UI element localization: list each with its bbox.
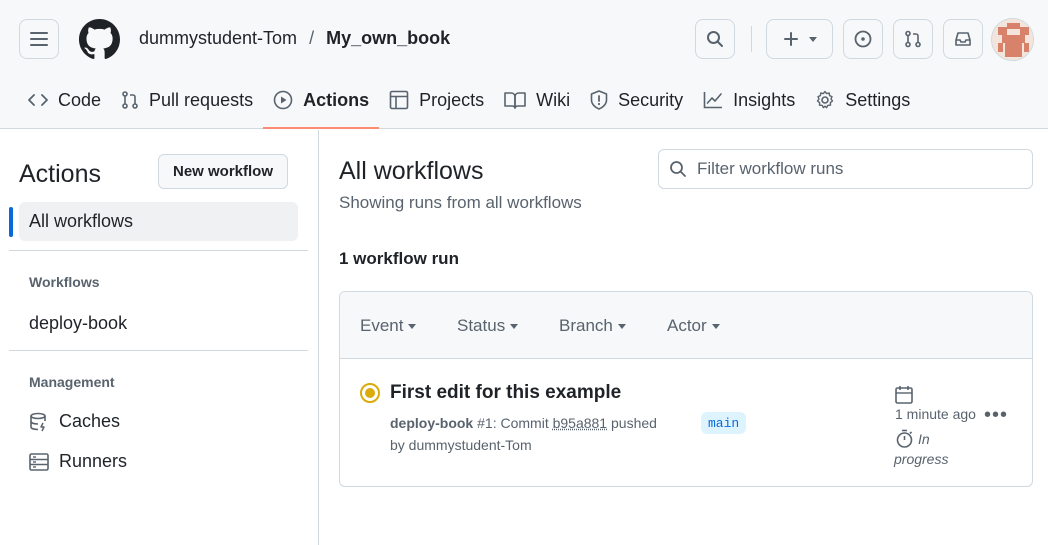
tab-code[interactable]: Code [18, 78, 111, 122]
workflow-runs-box: Event Status Branch Actor First edit for… [339, 291, 1033, 487]
sidebar-title: Actions [19, 160, 101, 188]
status-filter[interactable]: Status [457, 316, 519, 336]
search-icon [670, 161, 686, 177]
issue-icon [854, 30, 872, 48]
shield-icon [590, 90, 608, 110]
workflows-heading: Workflows [29, 274, 100, 290]
filter-label: Branch [559, 316, 613, 335]
avatar[interactable] [991, 18, 1034, 61]
code-icon [28, 94, 48, 106]
github-logo-icon[interactable] [79, 19, 120, 60]
tab-label: Security [618, 89, 684, 110]
graph-icon [703, 92, 723, 109]
run-duration-status: In progress [894, 431, 949, 467]
run-commit-prefix: : Commit [492, 415, 549, 431]
calendar-icon [895, 386, 913, 404]
tab-wiki[interactable]: Wiki [494, 78, 580, 122]
repo-header: dummystudent-Tom / My_own_book Code Pull… [0, 0, 1048, 129]
run-actor: by dummystudent-Tom [390, 437, 532, 453]
tab-label: Insights [733, 89, 796, 110]
menu-icon [30, 32, 48, 46]
actor-filter[interactable]: Actor [667, 316, 720, 336]
event-filter[interactable]: Event [360, 316, 417, 336]
play-icon [273, 90, 293, 110]
tab-label: Wiki [536, 89, 571, 110]
actions-sidebar: Actions New workflow All workflows Workf… [0, 130, 319, 545]
run-number: #1 [477, 415, 493, 431]
search-button[interactable] [695, 19, 735, 59]
run-title-link[interactable]: First edit for this example [390, 382, 621, 404]
chevron-down-icon [711, 323, 720, 329]
pull-request-icon [122, 91, 138, 109]
issues-button[interactable] [843, 19, 883, 59]
chevron-down-icon [617, 323, 626, 329]
chevron-down-icon [510, 323, 519, 329]
filter-label: Actor [667, 316, 707, 335]
sidebar-item-runners[interactable]: Runners [29, 451, 127, 472]
filter-workflow-runs[interactable] [658, 149, 1033, 189]
book-icon [504, 92, 526, 109]
inbox-icon [955, 32, 971, 46]
repo-nav-tabs: Code Pull requests Actions Projects Wiki… [18, 78, 920, 129]
sidebar-divider [9, 350, 308, 351]
filter-label: Status [457, 316, 506, 335]
create-new-button[interactable] [766, 19, 833, 59]
pull-requests-button[interactable] [893, 19, 933, 59]
tab-label: Projects [419, 89, 485, 110]
status-dot-inner [365, 388, 375, 398]
in-progress-status-icon [360, 383, 380, 403]
tab-label: Code [58, 89, 102, 110]
management-heading: Management [29, 374, 115, 390]
owner-link[interactable]: dummystudent-Tom [139, 28, 297, 49]
filter-input[interactable] [697, 159, 997, 179]
sidebar-item-deploy-book[interactable]: deploy-book [29, 313, 127, 334]
avatar-identicon [992, 19, 1033, 60]
tab-security[interactable]: Security [580, 78, 693, 122]
sidebar-item-label: Runners [59, 451, 128, 471]
branch-badge[interactable]: main [701, 412, 747, 434]
run-workflow-name: deploy-book [390, 415, 474, 431]
runs-filter-bar: Event Status Branch Actor [340, 292, 1032, 359]
tab-label: Actions [303, 89, 370, 110]
breadcrumb-separator: / [309, 28, 315, 48]
repo-link[interactable]: My_own_book [326, 28, 450, 49]
new-workflow-button[interactable]: New workflow [158, 154, 288, 189]
gear-icon [817, 90, 834, 109]
filter-label: Event [360, 316, 404, 335]
table-icon [389, 90, 409, 110]
menu-button[interactable] [19, 19, 59, 59]
run-event: pushed [611, 415, 657, 431]
breadcrumb: dummystudent-Tom / My_own_book [139, 28, 450, 49]
tab-projects[interactable]: Projects [379, 78, 494, 122]
tab-actions[interactable]: Actions [263, 78, 380, 129]
plus-icon [783, 32, 798, 46]
sidebar-divider [9, 250, 308, 251]
active-indicator [9, 207, 13, 237]
server-icon [29, 452, 49, 471]
workflow-run-count: 1 workflow run [339, 249, 459, 268]
page-title: All workflows [339, 157, 484, 185]
chevron-down-icon [808, 36, 817, 42]
tab-settings[interactable]: Settings [805, 78, 920, 122]
sidebar-item-caches[interactable]: Caches [29, 411, 120, 432]
more-options-icon[interactable]: ••• [984, 405, 1008, 425]
sidebar-item-label: Caches [59, 411, 121, 431]
commit-sha-link[interactable]: b95a881 [553, 415, 608, 431]
page-subtitle: Showing runs from all workflows [339, 193, 582, 212]
chevron-down-icon [408, 323, 417, 329]
header-divider [751, 26, 752, 52]
sidebar-item-all-workflows[interactable]: All workflows [19, 202, 298, 241]
tab-label: Pull requests [149, 89, 254, 110]
branch-filter[interactable]: Branch [559, 316, 626, 336]
run-time-ago: 1 minute ago [895, 406, 976, 422]
tab-pull-requests[interactable]: Pull requests [111, 78, 263, 122]
inbox-button[interactable] [943, 19, 983, 59]
pull-request-icon [905, 30, 921, 48]
run-meta: deploy-book #1: Commit b95a881 pushed by… [390, 412, 690, 456]
search-icon [707, 31, 723, 47]
tab-insights[interactable]: Insights [693, 78, 805, 122]
tab-label: Settings [845, 89, 911, 110]
database-icon [30, 412, 46, 431]
sidebar-item-label: deploy-book [29, 313, 128, 333]
